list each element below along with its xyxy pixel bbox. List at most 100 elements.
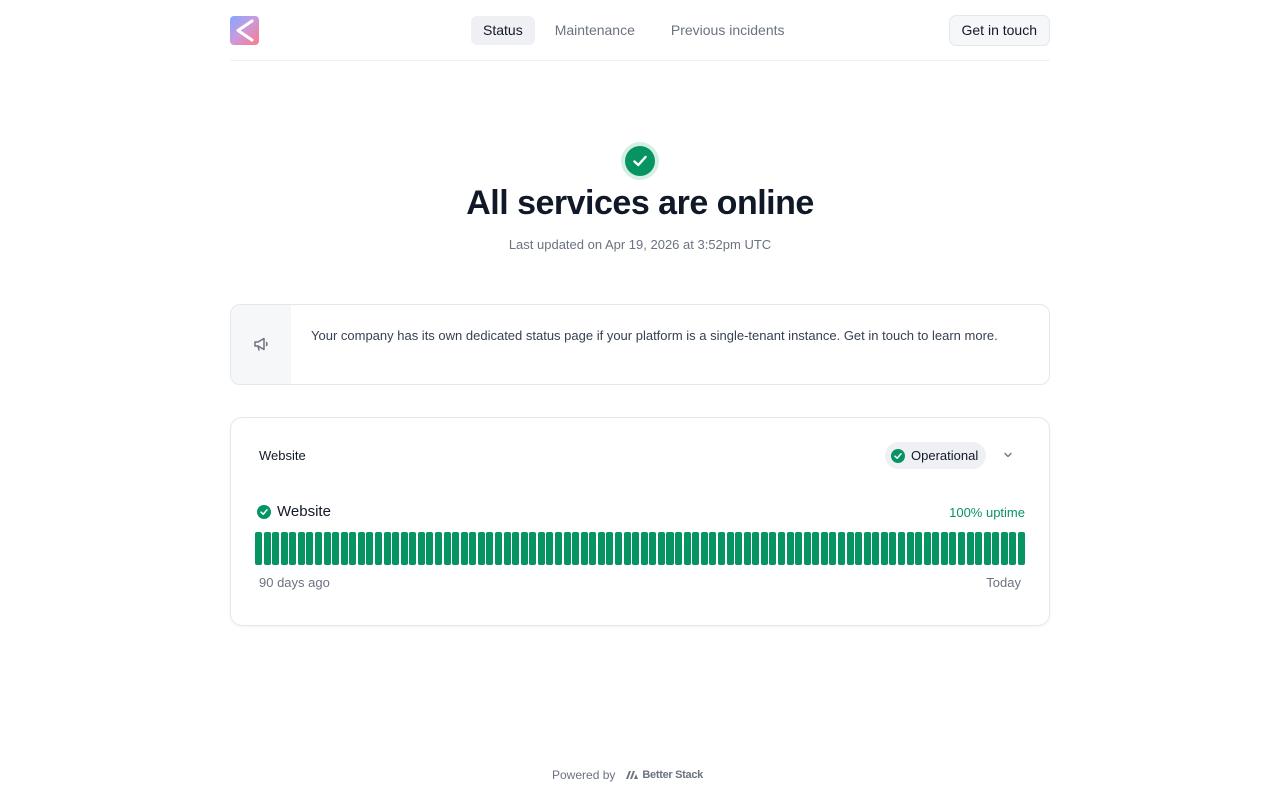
uptime-day-bar[interactable] [692, 532, 700, 565]
uptime-day-bar[interactable] [546, 532, 554, 565]
uptime-day-bar[interactable] [486, 532, 494, 565]
uptime-day-bar[interactable] [606, 532, 614, 565]
status-label: Operational [911, 448, 979, 463]
uptime-day-bar[interactable] [289, 532, 297, 565]
uptime-day-bar[interactable] [452, 532, 460, 565]
uptime-day-bar[interactable] [306, 532, 314, 565]
uptime-day-bar[interactable] [263, 532, 271, 565]
uptime-day-bar[interactable] [709, 532, 717, 565]
tab-maintenance[interactable]: Maintenance [543, 16, 647, 45]
uptime-day-bar[interactable] [906, 532, 914, 565]
better-stack-logo[interactable]: Better Stack [625, 769, 703, 781]
uptime-day-bar[interactable] [820, 532, 828, 565]
uptime-day-bar[interactable] [889, 532, 897, 565]
uptime-day-bar[interactable] [829, 532, 837, 565]
uptime-day-bar[interactable] [863, 532, 871, 565]
uptime-day-bar[interactable] [855, 532, 863, 565]
uptime-day-bar[interactable] [666, 532, 674, 565]
uptime-day-bar[interactable] [280, 532, 288, 565]
uptime-day-bar[interactable] [735, 532, 743, 565]
uptime-day-bar[interactable] [512, 532, 520, 565]
uptime-day-bar[interactable] [949, 532, 957, 565]
uptime-day-bar[interactable] [460, 532, 468, 565]
uptime-day-bar[interactable] [580, 532, 588, 565]
uptime-day-bar[interactable] [589, 532, 597, 565]
uptime-day-bar[interactable] [743, 532, 751, 565]
uptime-day-bar[interactable] [700, 532, 708, 565]
uptime-day-bar[interactable] [846, 532, 854, 565]
uptime-day-bar[interactable] [683, 532, 691, 565]
uptime-day-bar[interactable] [572, 532, 580, 565]
uptime-day-bar[interactable] [409, 532, 417, 565]
uptime-day-bar[interactable] [383, 532, 391, 565]
uptime-day-bar[interactable] [717, 532, 725, 565]
uptime-day-bar[interactable] [520, 532, 528, 565]
uptime-day-bar[interactable] [983, 532, 991, 565]
uptime-day-bar[interactable] [940, 532, 948, 565]
uptime-day-bar[interactable] [555, 532, 563, 565]
uptime-day-bar[interactable] [657, 532, 665, 565]
uptime-day-bar[interactable] [957, 532, 965, 565]
uptime-day-bar[interactable] [349, 532, 357, 565]
uptime-day-bar[interactable] [837, 532, 845, 565]
uptime-day-bar[interactable] [392, 532, 400, 565]
tab-previous-incidents[interactable]: Previous incidents [659, 16, 797, 45]
uptime-day-bar[interactable] [417, 532, 425, 565]
uptime-day-bar[interactable] [477, 532, 485, 565]
uptime-day-bar[interactable] [1017, 532, 1025, 565]
uptime-day-bar[interactable] [400, 532, 408, 565]
uptime-day-bar[interactable] [915, 532, 923, 565]
uptime-day-bar[interactable] [640, 532, 648, 565]
uptime-day-bar[interactable] [332, 532, 340, 565]
uptime-day-bar[interactable] [366, 532, 374, 565]
uptime-day-bar[interactable] [563, 532, 571, 565]
uptime-day-bar[interactable] [880, 532, 888, 565]
uptime-day-bar[interactable] [623, 532, 631, 565]
uptime-day-bar[interactable] [1009, 532, 1017, 565]
uptime-day-bar[interactable] [272, 532, 280, 565]
company-logo[interactable] [230, 16, 259, 45]
uptime-day-bar[interactable] [975, 532, 983, 565]
uptime-day-bar[interactable] [443, 532, 451, 565]
uptime-day-bar[interactable] [297, 532, 305, 565]
uptime-day-bar[interactable] [615, 532, 623, 565]
uptime-day-bar[interactable] [469, 532, 477, 565]
uptime-day-bar[interactable] [357, 532, 365, 565]
uptime-day-bar[interactable] [726, 532, 734, 565]
uptime-day-bar[interactable] [529, 532, 537, 565]
service-row: Website [257, 503, 331, 520]
uptime-day-bar[interactable] [786, 532, 794, 565]
uptime-day-bar[interactable] [632, 532, 640, 565]
uptime-day-bar[interactable] [315, 532, 323, 565]
uptime-day-bar[interactable] [435, 532, 443, 565]
uptime-day-bar[interactable] [426, 532, 434, 565]
notice-icon-box [231, 305, 291, 384]
get-in-touch-button[interactable]: Get in touch [948, 15, 1050, 46]
uptime-day-bar[interactable] [992, 532, 1000, 565]
uptime-day-bar[interactable] [803, 532, 811, 565]
uptime-day-bar[interactable] [597, 532, 605, 565]
uptime-day-bar[interactable] [537, 532, 545, 565]
uptime-day-bar[interactable] [255, 532, 263, 565]
uptime-day-bar[interactable] [769, 532, 777, 565]
uptime-day-bar[interactable] [503, 532, 511, 565]
uptime-day-bar[interactable] [932, 532, 940, 565]
tab-status[interactable]: Status [471, 16, 535, 45]
uptime-day-bar[interactable] [752, 532, 760, 565]
uptime-day-bar[interactable] [812, 532, 820, 565]
uptime-day-bar[interactable] [323, 532, 331, 565]
uptime-day-bar[interactable] [649, 532, 657, 565]
uptime-day-bar[interactable] [1000, 532, 1008, 565]
uptime-day-bar[interactable] [923, 532, 931, 565]
uptime-day-bar[interactable] [872, 532, 880, 565]
uptime-day-bar[interactable] [966, 532, 974, 565]
uptime-day-bar[interactable] [795, 532, 803, 565]
uptime-day-bar[interactable] [760, 532, 768, 565]
uptime-day-bar[interactable] [675, 532, 683, 565]
uptime-day-bar[interactable] [897, 532, 905, 565]
uptime-day-bar[interactable] [777, 532, 785, 565]
uptime-day-bar[interactable] [375, 532, 383, 565]
uptime-day-bar[interactable] [340, 532, 348, 565]
chevron-down-icon[interactable] [1003, 450, 1013, 460]
uptime-day-bar[interactable] [495, 532, 503, 565]
